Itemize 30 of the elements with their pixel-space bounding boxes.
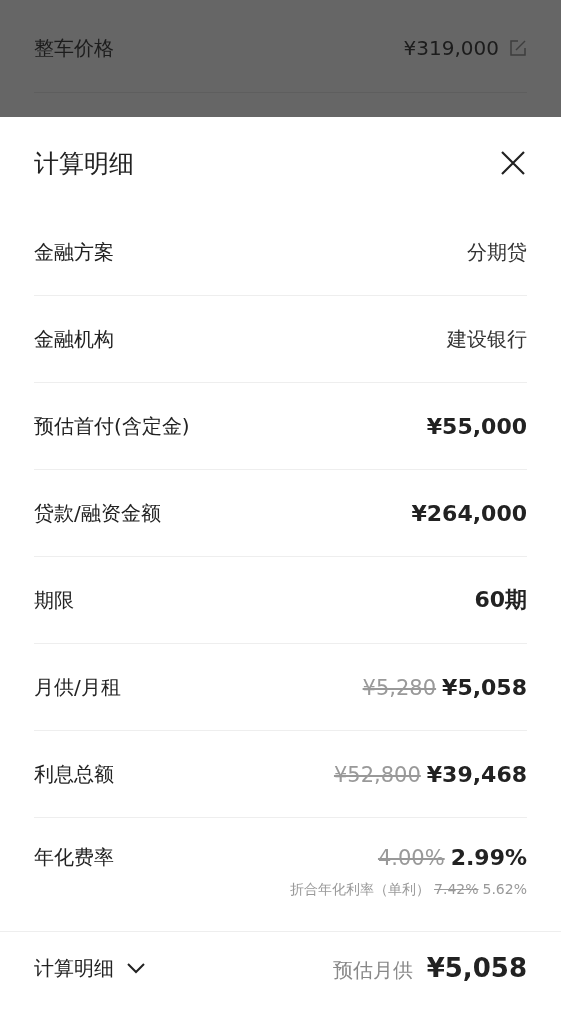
price-value: ¥319,000 — [403, 36, 499, 60]
details-toggle[interactable]: 计算明细 — [34, 954, 146, 982]
close-button[interactable] — [499, 149, 527, 177]
row-label: 预估首付(含定金) — [34, 412, 190, 440]
row-label: 月供/月租 — [34, 673, 121, 701]
row-value: ¥5,058 — [442, 674, 527, 700]
row-value: ¥264,000 — [411, 500, 527, 526]
row-value: ¥55,000 — [426, 413, 527, 439]
row-label: 金融方案 — [34, 238, 114, 266]
field-label: 整车价格 — [34, 34, 114, 62]
original-rate: 7.42% — [434, 881, 479, 899]
row-value: 60期 — [474, 586, 527, 614]
original-value: 4.00% — [377, 846, 445, 870]
row-label: 期限 — [34, 586, 74, 614]
sheet-title: 计算明细 — [34, 147, 134, 180]
original-value: ¥52,800 — [333, 762, 421, 787]
row-value: 分期贷 — [467, 238, 527, 266]
chevron-down-icon — [126, 962, 146, 974]
row-label: 贷款/融资金额 — [34, 499, 161, 527]
row-value: ¥39,468 — [426, 761, 527, 787]
row-label: 利息总额 — [34, 760, 114, 788]
note-label: 折合年化利率（单利） — [290, 881, 431, 899]
original-value: ¥5,280 — [362, 675, 437, 700]
summary-value: ¥5,058 — [426, 952, 527, 983]
row-label: 金融机构 — [34, 325, 114, 353]
row-label: 年化费率 — [34, 844, 114, 871]
row-value: 建设银行 — [447, 325, 527, 353]
summary-label: 预估月供 — [332, 956, 413, 984]
row-value: 2.99% — [450, 845, 527, 870]
rate-value: 5.62% — [482, 881, 527, 899]
